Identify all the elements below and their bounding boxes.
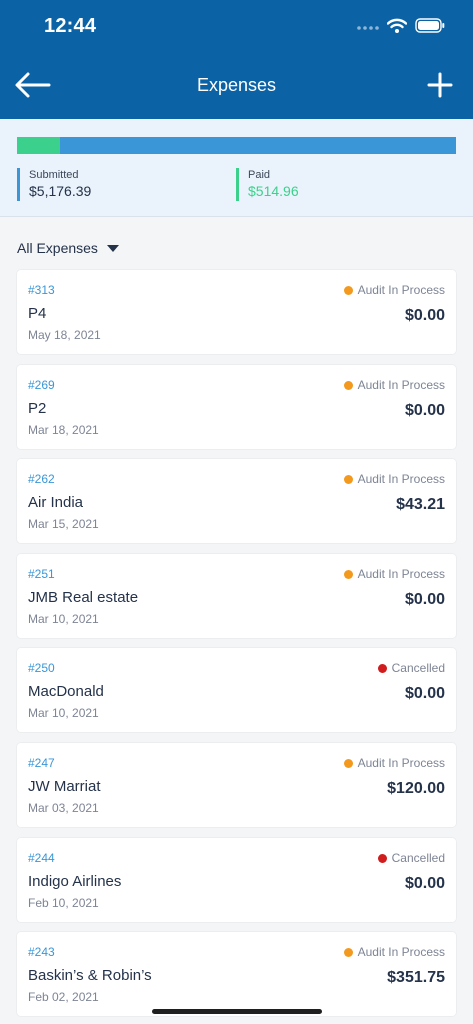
submitted-label: Submitted	[29, 169, 79, 181]
home-indicator	[152, 1009, 322, 1014]
expense-name: P4	[28, 305, 47, 322]
expense-id: #269	[28, 378, 55, 392]
battery-icon	[415, 18, 445, 38]
expense-id: #313	[28, 283, 55, 297]
expense-date: Mar 03, 2021	[28, 801, 99, 815]
status-badge: Audit In Process	[343, 945, 445, 959]
expense-date: Mar 10, 2021	[28, 612, 99, 626]
status-dot-icon	[343, 380, 353, 390]
expense-summary: Submitted $5,176.39 Paid $514.96	[0, 119, 473, 217]
add-expense-button[interactable]	[425, 70, 455, 100]
paid-value: $514.96	[248, 183, 299, 199]
page-title: Expenses	[196, 75, 277, 95]
status-text: Audit In Process	[357, 567, 445, 581]
status-dot-icon	[343, 947, 353, 957]
expense-card[interactable]: #250 MacDonald Mar 10, 2021 Cancelled $0.00	[17, 648, 456, 732]
status-text: Cancelled	[391, 661, 445, 675]
submitted-stat: Submitted $5,176.39	[17, 168, 91, 201]
expense-name: P2	[28, 400, 47, 417]
expense-name: Indigo Airlines	[28, 873, 122, 890]
status-text: Audit In Process	[357, 756, 445, 770]
expense-card[interactable]: #262 Air India Mar 15, 2021 Audit In Proces…	[17, 459, 456, 543]
expense-name: JW Marriat	[28, 778, 101, 795]
expense-filter-dropdown[interactable]: All Expenses	[17, 240, 119, 256]
status-badge: Cancelled	[377, 851, 445, 865]
expense-card[interactable]: #247 JW Marriat Mar 03, 2021 Audit In Proce…	[17, 743, 456, 827]
status-badge: Audit In Process	[343, 567, 445, 581]
expense-amount: $351.75	[387, 969, 445, 986]
status-badge: Audit In Process	[343, 472, 445, 486]
expense-card[interactable]: #313 P4 May 18, 2021 Audit In Process $0.00	[17, 270, 456, 354]
paid-progress-bar	[17, 137, 456, 154]
expense-date: Mar 18, 2021	[28, 423, 99, 437]
expense-card[interactable]: #244 Indigo Airlines Feb 10, 2021 Cancelled…	[17, 838, 456, 922]
cellular-signal-icon	[357, 19, 379, 37]
status-badge: Cancelled	[377, 661, 445, 675]
expense-amount: $120.00	[387, 780, 445, 797]
wifi-icon	[386, 18, 408, 38]
expense-card[interactable]: #251 JMB Real estate Mar 10, 2021 Audit In …	[17, 554, 456, 638]
expense-date: Feb 10, 2021	[28, 896, 99, 910]
submitted-value: $5,176.39	[29, 183, 92, 199]
status-badge: Audit In Process	[343, 756, 445, 770]
status-badge: Audit In Process	[343, 378, 445, 392]
expense-amount: $0.00	[404, 685, 445, 702]
expense-amount: $0.00	[404, 402, 445, 419]
plus-icon	[427, 72, 453, 98]
expense-name: Air India	[28, 494, 84, 511]
status-badge: Audit In Process	[343, 283, 445, 297]
expense-id: #247	[28, 756, 55, 770]
expense-amount: $43.21	[396, 496, 445, 513]
status-dot-icon	[343, 474, 353, 484]
status-bar-time: 12:44	[44, 15, 97, 37]
status-dot-icon	[343, 569, 353, 579]
expense-date: May 18, 2021	[28, 328, 101, 342]
status-dot-icon	[343, 758, 353, 768]
expense-amount: $0.00	[404, 875, 445, 892]
status-text: Audit In Process	[357, 283, 445, 297]
expense-date: Mar 10, 2021	[28, 706, 99, 720]
status-dot-icon	[377, 663, 387, 673]
expense-id: #251	[28, 567, 55, 581]
status-dot-icon	[377, 853, 387, 863]
paid-label: Paid	[248, 169, 271, 181]
expense-id: #262	[28, 472, 55, 486]
expense-card[interactable]: #269 P2 Mar 18, 2021 Audit In Process $0.00	[17, 365, 456, 449]
expense-date: Feb 02, 2021	[28, 990, 99, 1004]
filter-label: All Expenses	[17, 240, 98, 256]
status-text: Audit In Process	[357, 945, 445, 959]
expense-id: #243	[28, 945, 55, 959]
expense-amount: $0.00	[404, 591, 445, 608]
expense-id: #250	[28, 661, 55, 675]
status-text: Audit In Process	[357, 472, 445, 486]
status-text: Cancelled	[391, 851, 445, 865]
status-dot-icon	[343, 285, 353, 295]
expense-card[interactable]: #243 Baskin’s & Robin’s Feb 02, 2021 Audit …	[17, 932, 456, 1016]
expense-name: MacDonald	[28, 683, 104, 700]
expense-date: Mar 15, 2021	[28, 517, 99, 531]
paid-progress-fill	[17, 137, 61, 154]
expense-amount: $0.00	[404, 307, 445, 324]
status-bar-icons	[357, 18, 445, 38]
paid-stat: Paid $514.96	[236, 168, 299, 201]
caret-down-icon	[106, 244, 119, 252]
expense-name: Baskin’s & Robin’s	[28, 967, 152, 984]
status-text: Audit In Process	[357, 378, 445, 392]
app-header: 12:44 Expenses	[0, 0, 473, 119]
expense-id: #244	[28, 851, 55, 865]
expense-name: JMB Real estate	[28, 589, 139, 606]
